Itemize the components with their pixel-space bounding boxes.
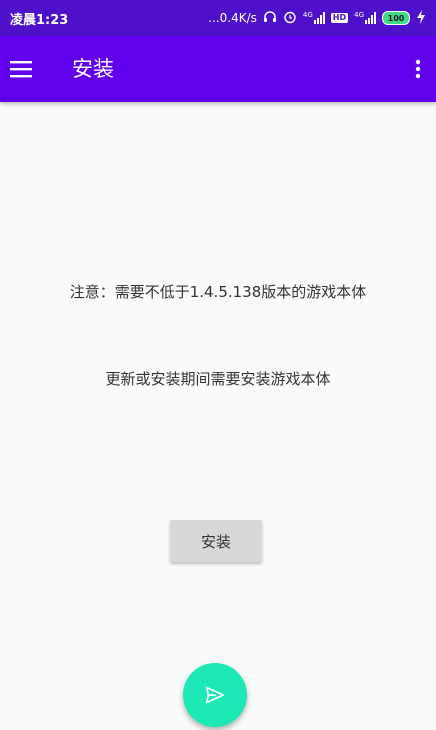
menu-icon <box>10 61 32 78</box>
more-vert-icon <box>415 59 421 79</box>
send-icon <box>205 686 225 704</box>
signal-icon-2: 4G <box>354 12 376 24</box>
version-notice-text: 注意：需要不低于1.4.5.138版本的游戏本体 <box>69 283 367 301</box>
headset-icon <box>263 10 277 27</box>
status-icons: ...0.4K/s 4G HD 4G 100 <box>208 9 426 27</box>
menu-button[interactable] <box>0 47 44 91</box>
signal2-label: 4G <box>354 11 364 19</box>
status-bar: 凌晨1:23 ...0.4K/s 4G HD 4G 100 <box>0 0 436 36</box>
install-button[interactable]: 安装 <box>170 520 262 562</box>
install-info-text: 更新或安装期间需要安装游戏本体 <box>105 370 331 388</box>
overflow-menu-button[interactable] <box>406 47 430 91</box>
status-time: 凌晨1:23 <box>10 12 69 28</box>
signal1-label: 4G <box>302 11 313 19</box>
signal-icon-1: 4G <box>303 12 325 24</box>
net-speed: ...0.4K/s <box>208 11 257 25</box>
app-bar: 安装 <box>0 36 436 102</box>
battery-indicator: 100 <box>382 11 410 25</box>
charging-icon <box>416 9 426 27</box>
page-title: 安装 <box>72 57 114 81</box>
alarm-icon <box>283 10 297 27</box>
send-fab[interactable] <box>183 663 247 727</box>
hd-badge: HD <box>330 13 349 23</box>
